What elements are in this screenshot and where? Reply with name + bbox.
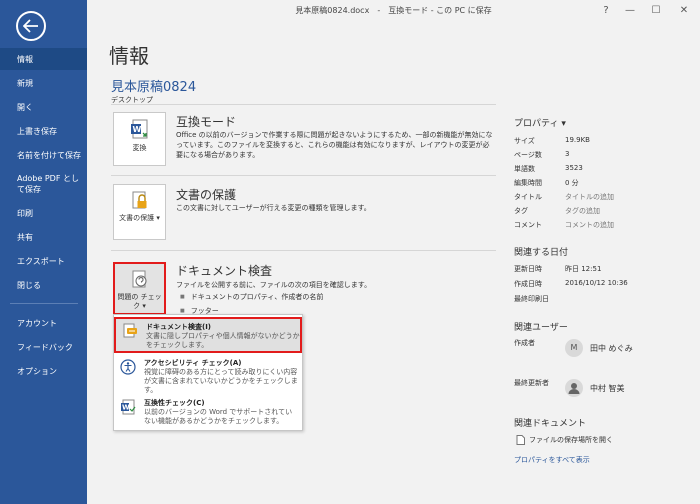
page-title: 情報 xyxy=(109,44,149,68)
date-label: 最終印刷日 xyxy=(514,295,549,303)
maximize-button[interactable]: ☐ xyxy=(645,3,667,19)
compatibility-check-menu-item[interactable]: W 互換性チェック(C) 以前のバージョンの Word でサポートされていない機… xyxy=(114,395,302,431)
property-label: タグ xyxy=(514,207,528,215)
convert-button[interactable]: W 変換 xyxy=(113,112,166,166)
sidebar-item-close[interactable]: 閉じる xyxy=(0,276,87,294)
property-label: 単語数 xyxy=(514,165,535,173)
property-label: 編集時間 xyxy=(514,179,542,187)
author-label: 作成者 xyxy=(514,339,535,347)
check-for-issues-button[interactable]: 問題の チェック ▾ xyxy=(113,262,166,315)
related-dates-header: 関連する日付 xyxy=(514,248,569,258)
help-button[interactable]: ? xyxy=(595,3,617,19)
related-documents-header: 関連ドキュメント xyxy=(514,419,587,429)
inspect-document-title: ドキュメント検査 xyxy=(176,264,273,278)
inspect-bullet-properties: ドキュメントのプロパティ、作成者の名前 xyxy=(180,292,324,302)
related-people-header: 関連ユーザー xyxy=(514,323,568,333)
protect-document-description: この文書に対してユーザーが行える変更の種類を管理します。 xyxy=(176,204,371,212)
sidebar-item-share[interactable]: 共有 xyxy=(0,228,87,246)
property-value: 3 xyxy=(565,150,570,158)
date-value: 2016/10/12 10:36 xyxy=(565,279,628,287)
compatibility-check-icon: W xyxy=(121,399,136,415)
date-label: 作成日時 xyxy=(514,280,542,288)
compat-mode-description: Office の以前のバージョンで作業する際に問題が起きないようにするため、一部… xyxy=(176,131,493,159)
sidebar-item-print[interactable]: 印刷 xyxy=(0,204,87,222)
check-for-issues-menu: ドキュメント検査(I) 文書に隠しプロパティや個人情報がないかどうかをチェックし… xyxy=(113,314,303,431)
avatar: M xyxy=(565,339,583,357)
sidebar-item-save-as[interactable]: 名前を付けて保存 xyxy=(0,146,87,164)
divider xyxy=(111,175,496,176)
lock-icon xyxy=(132,191,146,209)
protect-document-title: 文書の保護 xyxy=(176,188,237,202)
inspect-document-menu-item[interactable]: ドキュメント検査(I) 文書に隠しプロパティや個人情報がないかどうかをチェックし… xyxy=(114,317,302,353)
property-label: コメント xyxy=(514,221,542,229)
date-value: 昨日 12:51 xyxy=(565,265,602,273)
title-bar: 見本原稿0824.docx - 互換モード - この PC に保存 ? — ☐ … xyxy=(87,0,700,22)
title-field[interactable]: タイトルの追加 xyxy=(565,192,614,202)
property-label: サイズ xyxy=(514,137,535,145)
sidebar-item-export[interactable]: エクスポート xyxy=(0,252,87,270)
property-value: 19.9KB xyxy=(565,136,590,144)
accessibility-check-menu-item[interactable]: アクセシビリティ チェック(A) 視覚に障碍のある方にとって読み取りにくい内容が… xyxy=(114,355,302,394)
close-button[interactable]: ✕ xyxy=(673,3,695,19)
open-file-location-link[interactable]: ファイルの保存場所を開く xyxy=(516,435,613,445)
last-modified-by-name[interactable]: 中村 智美 xyxy=(590,383,625,394)
person-icon xyxy=(568,383,580,394)
compat-mode-title: 互換モード xyxy=(176,115,237,129)
inspect-document-icon xyxy=(123,323,137,338)
backstage-sidebar: 情報 新規 開く 上書き保存 名前を付けて保存 Adobe PDF として保存 … xyxy=(0,0,87,504)
date-label: 更新日時 xyxy=(514,265,542,273)
sidebar-divider xyxy=(10,303,78,304)
property-label: タイトル xyxy=(514,193,542,201)
sidebar-item-account[interactable]: アカウント xyxy=(0,314,87,332)
author-name[interactable]: 田中 めぐみ xyxy=(590,343,633,354)
tags-field[interactable]: タグの追加 xyxy=(565,206,600,216)
word-convert-icon: W xyxy=(130,119,147,139)
sidebar-item-info[interactable]: 情報 xyxy=(0,48,87,70)
last-modified-by-label: 最終更新者 xyxy=(514,379,549,387)
sidebar-item-new[interactable]: 新規 xyxy=(0,74,87,92)
document-name: 見本原稿0824 xyxy=(111,80,197,95)
sidebar-item-options[interactable]: オプション xyxy=(0,362,87,380)
sidebar-item-save-pdf[interactable]: Adobe PDF として保存 xyxy=(0,172,80,196)
minimize-button[interactable]: — xyxy=(619,3,641,19)
comments-field[interactable]: コメントの追加 xyxy=(565,220,614,230)
sidebar-item-save[interactable]: 上書き保存 xyxy=(0,122,87,140)
svg-text:W: W xyxy=(122,404,130,412)
property-label: ページ数 xyxy=(514,151,542,159)
divider xyxy=(111,250,496,251)
accessibility-icon xyxy=(120,359,136,375)
svg-text:W: W xyxy=(132,125,141,134)
back-arrow-icon xyxy=(23,19,38,33)
avatar xyxy=(565,379,583,397)
document-icon xyxy=(516,435,525,445)
back-button[interactable] xyxy=(16,11,46,41)
property-value: 0 分 xyxy=(565,179,579,187)
properties-header[interactable]: プロパティ ▾ xyxy=(514,116,566,129)
show-all-properties-link[interactable]: プロパティをすべて表示 xyxy=(514,455,590,465)
inspect-document-icon xyxy=(132,270,146,288)
divider xyxy=(111,104,496,105)
sidebar-item-feedback[interactable]: フィードバック xyxy=(0,338,87,356)
sidebar-item-open[interactable]: 開く xyxy=(0,98,87,116)
protect-document-button[interactable]: 文書の保護 ▾ xyxy=(113,184,166,240)
property-value: 3523 xyxy=(565,164,583,172)
inspect-document-description: ファイルを公開する前に、ファイルの次の項目を確認します。 xyxy=(176,281,372,289)
